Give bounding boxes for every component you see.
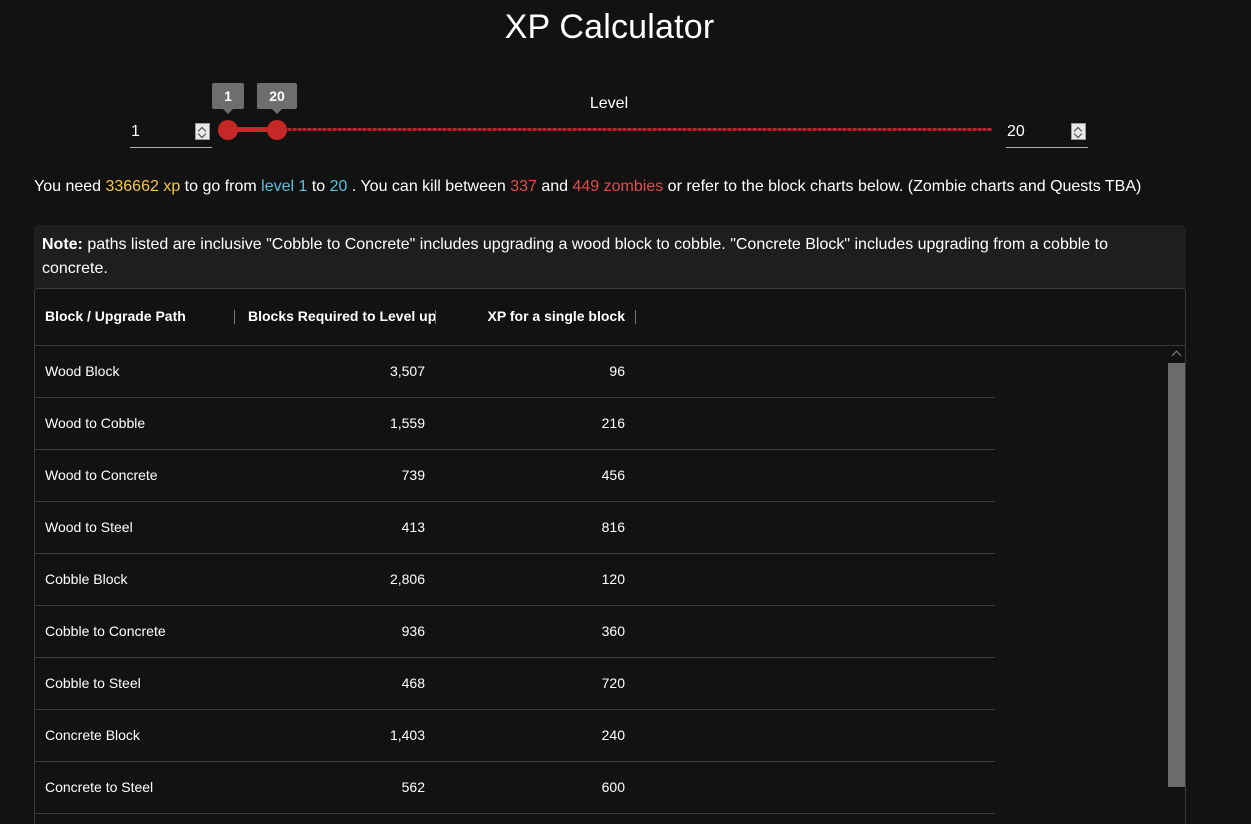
min-level-thumb[interactable] (218, 120, 238, 140)
block-chart-table: Block / Upgrade Path Blocks Required to … (34, 288, 1186, 824)
note-label: Note: (42, 236, 83, 253)
table-scrollbar[interactable] (1168, 346, 1185, 824)
cell-blocks: 3,507 (389, 363, 425, 379)
column-resize-handle[interactable] (234, 310, 235, 324)
cell-xp: 600 (601, 779, 625, 795)
table-row[interactable]: Cobble to Steel 468 720 (35, 658, 995, 710)
table-row[interactable]: Wood Block 3,507 96 (35, 346, 995, 398)
min-thumb-tooltip: 1 (212, 83, 244, 114)
zombies-min-value: 337 (510, 178, 537, 195)
table-row[interactable]: Wood to Steel 413 816 (35, 502, 995, 554)
cell-path: Cobble to Concrete (45, 623, 166, 639)
to-level-value: 20 (329, 178, 348, 195)
summary-text: to go from (180, 178, 262, 195)
cell-path: Cobble to Steel (45, 675, 141, 691)
table-header: Block / Upgrade Path Blocks Required to … (35, 289, 1185, 346)
max-level-spinner[interactable] (1071, 123, 1086, 140)
max-level-value: 20 (1007, 123, 1025, 140)
summary-text: and (536, 178, 573, 195)
table-row[interactable]: Wood to Concrete 739 456 (35, 450, 995, 502)
summary-text: or refer to the block charts below. (Zom… (663, 178, 1142, 195)
cell-path: Concrete Block (45, 727, 140, 743)
cell-path: Cobble Block (45, 571, 128, 587)
cell-blocks: 468 (401, 675, 425, 691)
cell-xp: 816 (601, 519, 625, 535)
cell-xp: 216 (601, 415, 625, 431)
cell-blocks: 739 (401, 467, 425, 483)
from-level-value: level 1 (261, 178, 308, 195)
cell-xp: 456 (601, 467, 625, 483)
cell-xp: 96 (609, 363, 625, 379)
xp-required-value: 336662 (105, 178, 159, 195)
cell-path: Wood to Cobble (45, 415, 146, 431)
column-header-xp[interactable]: XP for a single block (445, 308, 625, 324)
inclusive-paths-note: Note: paths listed are inclusive "Cobble… (34, 225, 1186, 289)
cell-path: Wood to Concrete (45, 467, 158, 483)
table-row[interactable]: Cobble to Concrete 936 360 (35, 606, 995, 658)
max-thumb-tooltip: 20 (257, 83, 297, 114)
scrollbar-thumb[interactable] (1168, 363, 1185, 787)
xp-summary: You need 336662 xp to go from level 1 to… (34, 178, 1141, 196)
cell-blocks: 413 (401, 519, 425, 535)
summary-text: to (307, 178, 330, 195)
column-header-blocks[interactable]: Blocks Required to Level up (248, 308, 436, 324)
page-title: XP Calculator (504, 8, 715, 46)
cell-xp: 120 (601, 571, 625, 587)
column-resize-handle[interactable] (435, 310, 436, 324)
cell-blocks: 562 (401, 779, 425, 795)
cell-xp: 360 (601, 623, 625, 639)
column-header-path[interactable]: Block / Upgrade Path (45, 308, 186, 324)
cell-blocks: 1,559 (389, 415, 425, 431)
slider-label: Level (589, 95, 629, 112)
xp-unit: xp (158, 178, 181, 195)
table-row[interactable]: Concrete to Steel 562 600 (35, 762, 995, 814)
slider-track[interactable] (228, 128, 992, 131)
summary-text: You need (34, 178, 106, 195)
cell-blocks: 936 (401, 623, 425, 639)
min-level-spinner[interactable] (195, 123, 210, 140)
min-level-input[interactable]: 1 (130, 119, 212, 148)
min-level-value: 1 (131, 123, 140, 140)
note-text: paths listed are inclusive "Cobble to Co… (42, 236, 1108, 277)
table-row[interactable]: Wood to Cobble 1,559 216 (35, 398, 995, 450)
cell-blocks: 2,806 (389, 571, 425, 587)
cell-blocks: 1,403 (389, 727, 425, 743)
summary-text: . You can kill between (347, 178, 511, 195)
column-resize-handle[interactable] (635, 310, 636, 324)
table-row[interactable]: Cobble Block 2,806 120 (35, 554, 995, 606)
max-level-thumb[interactable] (267, 120, 287, 140)
cell-path: Wood Block (45, 363, 120, 379)
max-level-input[interactable]: 20 (1006, 119, 1088, 148)
cell-path: Wood to Steel (45, 519, 133, 535)
zombies-max-value: 449 zombies (572, 178, 664, 195)
cell-xp: 720 (601, 675, 625, 691)
table-body: Wood Block 3,507 96 Wood to Cobble 1,559… (35, 346, 995, 814)
cell-xp: 240 (601, 727, 625, 743)
cell-path: Concrete to Steel (45, 779, 154, 795)
xp-calculator-page: XP Calculator 1 Level 1 20 20 You need 3… (0, 0, 1251, 824)
table-row[interactable]: Concrete Block 1,403 240 (35, 710, 995, 762)
chevron-up-icon[interactable] (1171, 350, 1182, 361)
